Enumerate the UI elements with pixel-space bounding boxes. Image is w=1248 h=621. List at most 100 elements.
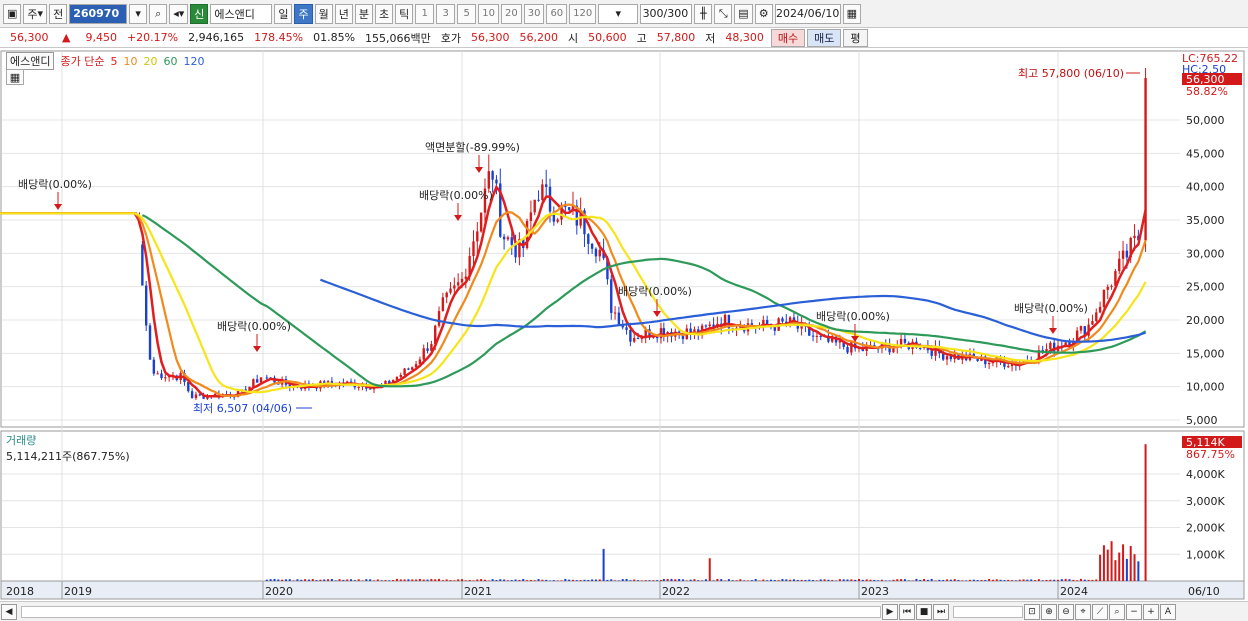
candle-type-icon[interactable]: ╫ bbox=[694, 3, 713, 24]
interval-120[interactable]: 120 bbox=[569, 3, 597, 24]
interval-5[interactable]: 5 bbox=[457, 3, 477, 24]
interval-1[interactable]: 1 bbox=[415, 3, 435, 24]
interval-10[interactable]: 10 bbox=[478, 3, 499, 24]
volume-bar bbox=[499, 579, 502, 581]
period-week[interactable]: 주 bbox=[294, 3, 313, 24]
interval-3[interactable]: 3 bbox=[436, 3, 456, 24]
candle-body bbox=[156, 373, 159, 375]
volume-bar bbox=[464, 580, 467, 581]
high-label: 고 bbox=[636, 31, 647, 45]
settings-gear-icon[interactable]: ⚙ bbox=[754, 3, 773, 24]
zoom-out-icon[interactable]: ⊖ bbox=[1058, 603, 1074, 620]
data-count-field[interactable]: 300/300 bbox=[640, 3, 693, 24]
speaker-icon[interactable]: ◂▾ bbox=[169, 3, 189, 24]
period-second[interactable]: 초 bbox=[374, 3, 394, 24]
interval-custom-select[interactable]: ▾ bbox=[598, 3, 639, 24]
candle-body bbox=[411, 367, 414, 370]
scroll-track[interactable] bbox=[21, 605, 881, 618]
period-tick[interactable]: 틱 bbox=[395, 3, 414, 24]
volume-bar bbox=[769, 579, 772, 581]
candle-body bbox=[491, 171, 494, 180]
volume-bar bbox=[903, 579, 906, 581]
price-tick-label: 50,000 bbox=[1186, 114, 1225, 127]
period-minute[interactable]: 분 bbox=[354, 3, 373, 24]
volume-bar bbox=[560, 580, 563, 581]
prev-button[interactable]: 전 bbox=[49, 3, 68, 24]
volume-bar bbox=[273, 578, 276, 581]
interval-30[interactable]: 30 bbox=[523, 3, 545, 24]
volume-bar bbox=[919, 579, 922, 581]
auto-scale-icon[interactable]: A bbox=[1160, 603, 1176, 620]
search-icon[interactable]: ⌕ bbox=[149, 3, 168, 24]
volume-bar bbox=[685, 580, 688, 581]
volume-bar bbox=[873, 579, 876, 581]
volume-bar bbox=[930, 578, 933, 581]
chart-menu-icon[interactable]: ▣ bbox=[3, 3, 22, 24]
pyeong-button[interactable]: 평 bbox=[843, 28, 868, 47]
candle-body bbox=[846, 346, 849, 353]
volume-bar bbox=[453, 580, 456, 581]
scroll-left-icon[interactable]: ◀ bbox=[1, 603, 17, 620]
volume-bar bbox=[529, 580, 532, 581]
candle-body bbox=[506, 237, 510, 240]
market-type-select[interactable]: 주 ▾ bbox=[23, 3, 48, 24]
period-month[interactable]: 월 bbox=[314, 3, 333, 24]
volume-bar bbox=[468, 579, 471, 581]
chart-area[interactable]: 2018 2019 2020 2021 2022 2023 2024 06/10 50,000… bbox=[0, 49, 1248, 601]
minus-icon[interactable]: − bbox=[1126, 603, 1142, 620]
volume-bar bbox=[953, 579, 956, 581]
volume-bar bbox=[938, 579, 941, 581]
toolbar: ▣ 주 ▾ 전 260970 ▾ ⌕ ◂▾ 신 에스앤디 일 주 월 년 분 초 … bbox=[0, 0, 1248, 28]
volume-bar bbox=[1129, 546, 1132, 581]
volume-bar bbox=[735, 580, 738, 581]
interval-60[interactable]: 60 bbox=[546, 3, 568, 24]
price-volume-chart[interactable]: 2018 2019 2020 2021 2022 2023 2024 06/10 50,000… bbox=[0, 49, 1248, 601]
volume-bar bbox=[827, 579, 830, 581]
plus-icon[interactable]: + bbox=[1143, 603, 1159, 620]
period-year[interactable]: 년 bbox=[334, 3, 353, 24]
volume-bar bbox=[796, 579, 799, 581]
magnify-icon[interactable]: ⌕ bbox=[1109, 603, 1125, 620]
volume-bar bbox=[1022, 579, 1025, 581]
sell-button[interactable]: 매도 bbox=[807, 28, 842, 47]
grid-toggle-icon[interactable]: ▦ bbox=[6, 69, 24, 85]
scroll-right-icon[interactable]: ▶ bbox=[882, 603, 898, 620]
volume-bar bbox=[946, 579, 949, 581]
volume-bar bbox=[514, 579, 517, 581]
volume-bar bbox=[915, 578, 918, 581]
price-tick-label: 45,000 bbox=[1186, 147, 1225, 160]
volume-bar bbox=[773, 580, 776, 581]
volume-bar bbox=[976, 580, 979, 581]
trend-icon[interactable]: ⟋ bbox=[1092, 603, 1108, 620]
stock-code-input[interactable]: 260970 bbox=[69, 3, 128, 24]
rewind-icon[interactable]: ⏮ bbox=[899, 603, 915, 620]
fast-forward-icon[interactable]: ⏭ bbox=[933, 603, 949, 620]
volume-tick-label: 2,000K bbox=[1186, 522, 1225, 535]
zoom-in-icon[interactable]: ⊕ bbox=[1041, 603, 1057, 620]
period-day[interactable]: 일 bbox=[274, 3, 293, 24]
zoom-slider[interactable] bbox=[953, 605, 1023, 618]
candle-body bbox=[441, 297, 445, 312]
save-icon[interactable]: ▤ bbox=[734, 3, 753, 24]
volume-bar bbox=[594, 579, 597, 581]
volume-bar bbox=[942, 579, 945, 581]
volume-bar bbox=[754, 579, 757, 581]
price-tick-label: 30,000 bbox=[1186, 247, 1225, 260]
code-dropdown-icon[interactable]: ▾ bbox=[129, 3, 148, 24]
draw-tool-icon[interactable]: ⤡ bbox=[714, 3, 733, 24]
stock-name-field[interactable]: 에스앤디 bbox=[210, 3, 273, 24]
buy-button[interactable]: 매수 bbox=[770, 28, 806, 47]
candle-body bbox=[487, 171, 490, 189]
interval-20[interactable]: 20 bbox=[500, 3, 522, 24]
zoom-fit-icon[interactable]: ⊡ bbox=[1024, 603, 1040, 620]
volume-bar bbox=[380, 580, 383, 581]
candle-body bbox=[945, 356, 949, 360]
calendar-icon[interactable]: ▦ bbox=[842, 3, 862, 24]
date-field[interactable]: 2024/06/10 bbox=[774, 3, 841, 24]
crosshair-icon[interactable]: ⌖ bbox=[1075, 603, 1091, 620]
candle-body bbox=[422, 348, 425, 360]
candle-body bbox=[919, 347, 922, 349]
candle-body bbox=[541, 184, 544, 200]
stop-icon[interactable]: ■ bbox=[916, 603, 932, 620]
volume-bar bbox=[583, 579, 586, 581]
